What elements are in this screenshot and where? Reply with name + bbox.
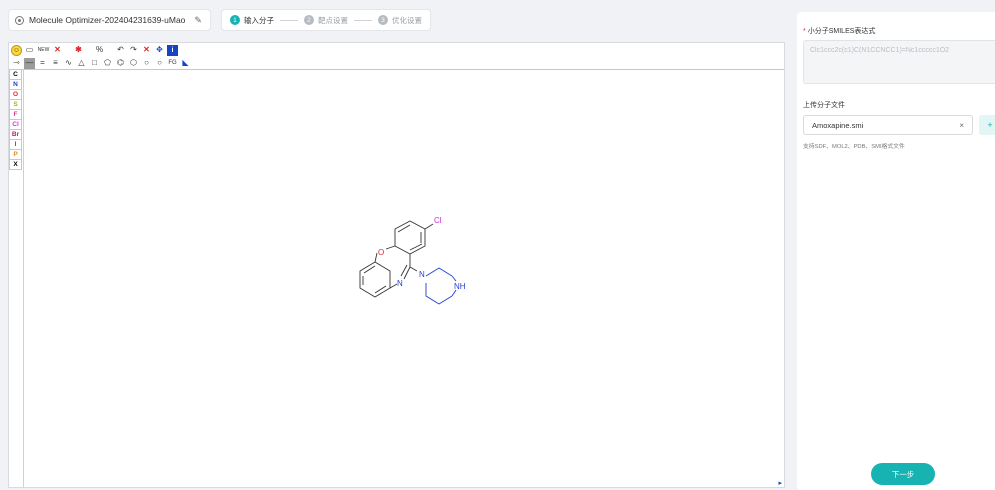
triangle-ring-icon[interactable]: △ (76, 58, 87, 69)
atom-cl-button[interactable]: Cl (9, 120, 22, 130)
bond-c-cl (424, 223, 434, 230)
center-icon[interactable]: ✥ (154, 45, 165, 56)
single-bond-icon[interactable]: — (24, 57, 35, 69)
project-title-pill[interactable]: Molecule Optimizer-202404231639-uMao ✎ (8, 9, 211, 31)
upload-label: 上传分子文件 (803, 102, 845, 109)
smiley-icon[interactable]: ☺ (11, 44, 22, 56)
step-3[interactable]: 3 优化设置 (377, 15, 422, 26)
atom-o-button[interactable]: O (9, 90, 22, 100)
aromatic-bond (374, 285, 387, 294)
step-1[interactable]: 1 输入分子 (229, 15, 274, 26)
header: Molecule Optimizer-202404231639-uMao ✎ 1… (8, 8, 431, 32)
edit-icon[interactable]: ✎ (194, 15, 202, 26)
redo-icon[interactable]: ↷ (128, 45, 139, 56)
remove-r-icon[interactable]: ✱ (73, 45, 84, 56)
resize-handle-icon[interactable]: ▸ (778, 479, 782, 487)
atom-x-button[interactable]: X (9, 160, 22, 170)
undo-icon[interactable]: ↶ (115, 45, 126, 56)
step-indicator: 1 输入分子 2 靶点设置 3 优化设置 (220, 9, 431, 31)
atom-n-button[interactable]: N (9, 80, 22, 90)
bond-c-n-piperazine (409, 266, 418, 272)
atom-f-button[interactable]: F (9, 110, 22, 120)
hexagon-ring-icon[interactable]: ⬡ (128, 58, 139, 69)
atom-label-nh: NH (454, 282, 466, 291)
wedge-bond-icon[interactable]: ⇾ (11, 58, 22, 69)
toolbar-row-2: ⇾ — = ≡ ∿ △ □ ⬠ ⌬ ⬡ ○ ○ FG ◣ (11, 57, 191, 69)
smiles-input[interactable]: Clc1ccc2c(c1)C(N1CCNCC1)=Nc1ccccc1O2 (803, 40, 995, 84)
molecule-editor: ☺ ▭ NEW ✕ ✱ % ↶ ↷ ✕ ✥ i ⇾ — = ≡ ∿ △ □ ⬠ … (8, 42, 785, 488)
bond-o-c (385, 245, 396, 250)
bond-c-o (374, 252, 378, 263)
rectangle-select-icon[interactable]: ▭ (24, 45, 35, 56)
atom-c-button[interactable]: C (9, 70, 22, 80)
piperazine-bond (425, 283, 453, 305)
drawing-canvas[interactable]: O N N NH Cl (24, 71, 784, 487)
info-icon[interactable]: i (167, 44, 178, 56)
step-2-label: 靶点设置 (317, 15, 348, 25)
delete-icon[interactable]: ✕ (141, 45, 152, 56)
step-2[interactable]: 2 靶点设置 (303, 15, 348, 26)
atom-br-button[interactable]: Br (9, 130, 22, 140)
file-name-field[interactable]: Amoxapine.smi × (803, 115, 973, 135)
next-step-button[interactable]: 下一步 (871, 463, 935, 485)
piperazine-bond (425, 267, 453, 277)
required-mark: * (803, 28, 806, 35)
aromatic-bond (363, 265, 376, 274)
file-name: Amoxapine.smi (812, 120, 864, 130)
file-format-hint: 支持SDF、MOL2、PDB、SMI格式文件 (803, 144, 905, 150)
bond-c-n (389, 283, 398, 289)
step-3-number: 3 (377, 15, 388, 25)
atom-i-button[interactable]: I (9, 140, 22, 150)
double-bond-icon[interactable]: = (37, 58, 48, 69)
file-upload-row: Amoxapine.smi × + (803, 115, 995, 135)
square-ring-icon[interactable]: □ (89, 58, 100, 69)
percent-icon[interactable]: % (94, 45, 105, 56)
atom-label-n: N (397, 279, 403, 288)
benzene-ring-left (359, 261, 391, 298)
step-3-label: 优化设置 (391, 15, 422, 25)
aromatic-bond (409, 243, 423, 251)
step-connector (279, 19, 298, 21)
atom-s-button[interactable]: S (9, 100, 22, 110)
functional-group-icon[interactable]: FG (167, 58, 178, 69)
pentagon-ring-icon[interactable]: ⬠ (102, 58, 113, 69)
benzene-ring-right (394, 220, 426, 255)
project-icon (15, 15, 24, 25)
benzene-ring-icon[interactable]: ⌬ (115, 58, 126, 69)
clear-icon[interactable]: × (959, 121, 964, 130)
editor-toolbar: ☺ ▭ NEW ✕ ✱ % ↶ ↷ ✕ ✥ i ⇾ — = ≡ ∿ △ □ ⬠ … (9, 43, 784, 70)
triple-bond-icon[interactable]: ≡ (50, 58, 61, 69)
step-1-number: 1 (229, 15, 240, 25)
step-1-label: 输入分子 (243, 15, 274, 25)
project-title: Molecule Optimizer-202404231639-uMao (29, 15, 186, 25)
add-file-button[interactable]: + (979, 115, 995, 135)
toolbar-row-1: ☺ ▭ NEW ✕ ✱ % ↶ ↷ ✕ ✥ i (11, 44, 178, 56)
heptagon-ring-icon[interactable]: ○ (141, 58, 152, 69)
octagon-ring-icon[interactable]: ○ (154, 58, 165, 69)
atom-palette: C N O S F Cl Br I P X (9, 70, 23, 170)
erase-icon[interactable]: ✕ (52, 45, 63, 56)
atom-p-button[interactable]: P (9, 150, 22, 160)
template-icon[interactable]: ◣ (180, 58, 191, 69)
step-2-number: 2 (303, 15, 314, 25)
new-icon[interactable]: NEW (37, 45, 50, 56)
smiles-label: * 小分子SMILES表达式 (803, 28, 876, 35)
input-panel: * 小分子SMILES表达式 Clc1ccc2c(c1)C(N1CCNCC1)=N… (797, 12, 995, 490)
atom-label-n-piperazine: N (419, 270, 425, 279)
piperazine-bond (451, 275, 457, 282)
chain-icon[interactable]: ∿ (63, 58, 74, 69)
step-connector (353, 19, 372, 21)
atom-label-cl: Cl (434, 216, 442, 225)
atom-label-o: O (378, 248, 384, 257)
